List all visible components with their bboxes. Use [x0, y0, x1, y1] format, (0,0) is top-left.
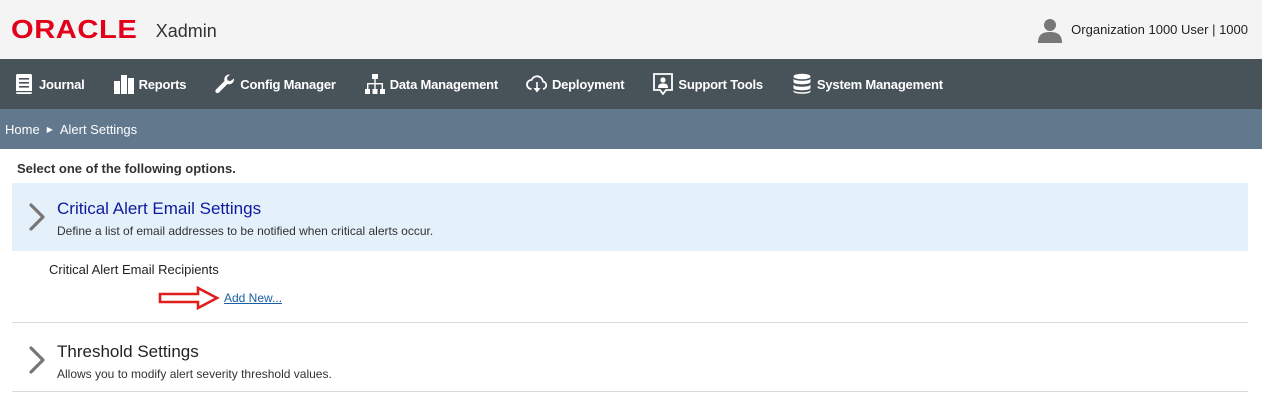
add-new-link[interactable]: Add New...	[224, 291, 282, 305]
reports-icon	[113, 75, 134, 94]
app-header: ORACLE Xadmin Organization 1000 User | 1…	[0, 0, 1262, 59]
support-icon	[653, 73, 674, 95]
threshold-header[interactable]: Threshold Settings Allows you to modify …	[12, 323, 1248, 391]
nav-config-manager-label: Config Manager	[240, 76, 336, 92]
main-content: Select one of the following options. Cri…	[0, 149, 1262, 392]
instructions-text: Select one of the following options.	[17, 161, 236, 176]
wrench-icon	[215, 74, 235, 94]
nav-system-management[interactable]: System Management	[791, 73, 943, 95]
nav-data-management-label: Data Management	[389, 76, 498, 92]
brand: ORACLE Xadmin	[11, 14, 217, 45]
nav-support-tools[interactable]: Support Tools	[652, 73, 763, 95]
app-name: Xadmin	[155, 21, 217, 41]
nav-journal[interactable]: Journal	[13, 73, 85, 95]
user-label: Organization 1000 User | 1000	[1071, 22, 1248, 37]
main-nav: Journal Reports Config Manager Data Mana…	[0, 59, 1262, 109]
threshold-description: Allows you to modify alert severity thre…	[57, 367, 332, 381]
nav-config-manager[interactable]: Config Manager	[214, 73, 336, 95]
critical-alert-header[interactable]: Critical Alert Email Settings Define a l…	[12, 183, 1248, 251]
breadcrumb-current: Alert Settings	[59, 121, 138, 137]
critical-alert-title[interactable]: Critical Alert Email Settings	[57, 199, 433, 219]
critical-alert-body: Critical Alert Email Recipients Add New.…	[12, 251, 1248, 322]
breadcrumb-separator-icon: ▶	[46, 124, 53, 134]
nav-data-management[interactable]: Data Management	[364, 73, 498, 95]
chevron-right-icon	[29, 346, 45, 374]
journal-icon	[16, 74, 32, 94]
recipients-label: Critical Alert Email Recipients	[49, 262, 219, 277]
critical-alert-description: Define a list of email addresses to be n…	[57, 224, 434, 238]
nav-journal-label: Journal	[39, 76, 85, 92]
breadcrumb-home[interactable]: Home	[5, 122, 40, 137]
hierarchy-icon	[364, 74, 385, 94]
chevron-right-icon	[29, 203, 45, 231]
database-icon	[793, 73, 811, 94]
critical-alert-section: Critical Alert Email Settings Define a l…	[12, 183, 1248, 323]
red-arrow-annotation-icon	[158, 286, 220, 310]
threshold-section: Threshold Settings Allows you to modify …	[12, 323, 1248, 392]
nav-reports[interactable]: Reports	[113, 73, 187, 95]
user-icon	[1038, 18, 1063, 43]
nav-deployment-label: Deployment	[551, 76, 625, 92]
nav-system-management-label: System Management	[816, 76, 943, 92]
threshold-title[interactable]: Threshold Settings	[57, 342, 332, 362]
nav-deployment[interactable]: Deployment	[526, 73, 625, 95]
add-new-row: Add New...	[49, 286, 1248, 310]
cloud-download-icon	[526, 75, 547, 93]
user-menu[interactable]: Organization 1000 User | 1000	[1037, 17, 1248, 43]
breadcrumb: Home ▶ Alert Settings	[0, 109, 1262, 149]
nav-reports-label: Reports	[138, 76, 187, 92]
nav-support-tools-label: Support Tools	[678, 76, 763, 92]
oracle-logo[interactable]: ORACLE	[11, 14, 137, 45]
